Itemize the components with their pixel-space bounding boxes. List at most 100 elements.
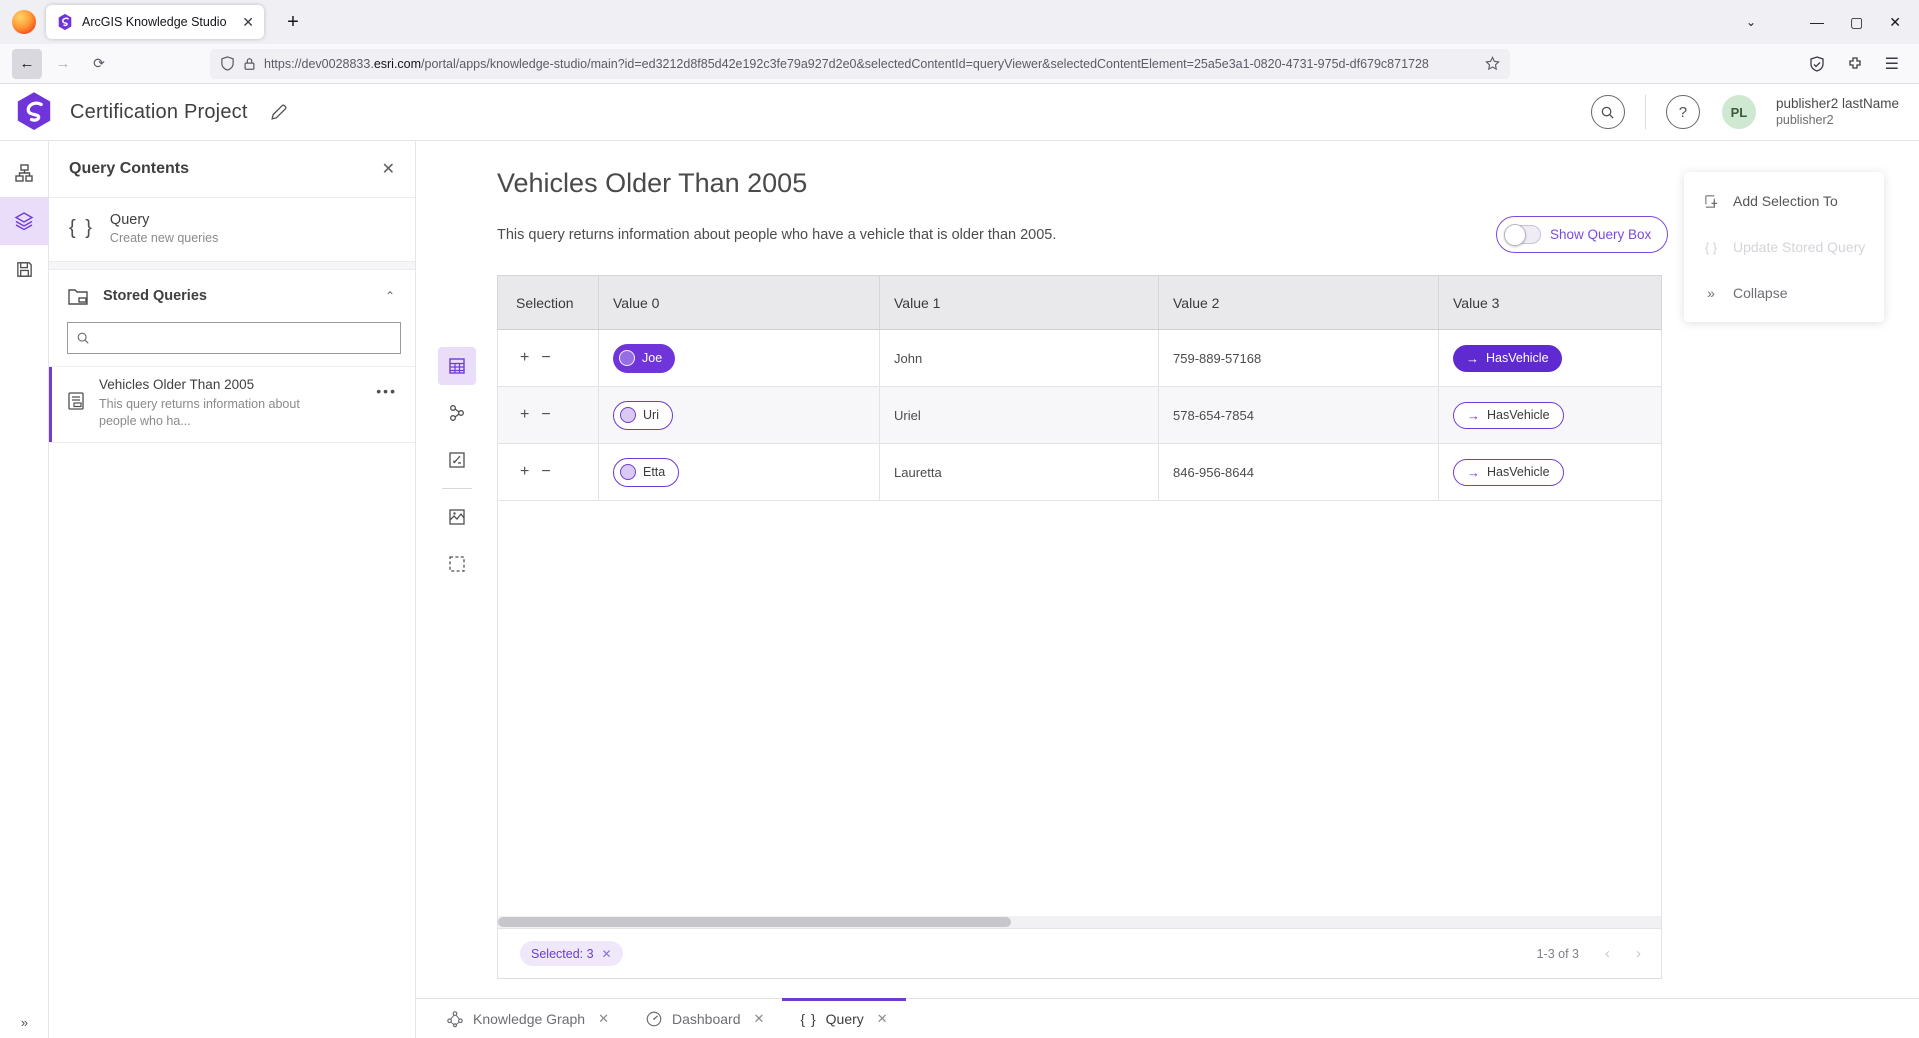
app-logo [16,92,52,132]
browser-nav-bar: ← → ⟳ https://dev0028833.esri.com/portal… [0,44,1919,84]
save-icon [15,260,34,279]
page-description: This query returns information about peo… [497,227,1056,243]
relationship-pill[interactable]: →HasVehicle [1453,459,1564,486]
add-to-selection-button[interactable]: + [520,406,529,424]
link-chart-view-button[interactable] [438,394,476,432]
sidebar-item-hierarchy[interactable] [0,149,49,197]
bookmark-star-icon[interactable] [1485,56,1500,71]
app-header: Certification Project ? PL publisher2 la… [0,84,1919,141]
entity-pill[interactable]: Joe [613,344,675,373]
cell-value1[interactable]: Uriel [879,387,1158,443]
clear-selection-icon[interactable]: ✕ [602,947,612,961]
menu-item-update-stored-query[interactable]: { } Update Stored Query [1684,224,1884,270]
cell-value2[interactable]: 578-654-7854 [1158,387,1438,443]
entity-pill[interactable]: Etta [613,458,679,487]
cell-value2[interactable]: 759-889-57168 [1158,330,1438,386]
table-view-button[interactable] [438,347,476,385]
column-header-value0[interactable]: Value 0 [598,276,879,329]
cell-value1[interactable]: Lauretta [879,444,1158,500]
stored-query-description: This query returns information about peo… [99,396,307,430]
select-area-view-button[interactable] [438,545,476,583]
firefox-icon[interactable] [12,10,36,34]
item-options-ellipsis-icon[interactable]: ••• [376,383,397,399]
prev-page-button[interactable]: ‹ [1605,945,1610,962]
horizontal-scrollbar[interactable] [497,916,1662,928]
maximize-button[interactable]: ▢ [1850,14,1863,31]
user-username: publisher2 [1776,113,1899,129]
help-button[interactable]: ? [1666,95,1700,129]
column-header-value3[interactable]: Value 3 [1438,276,1661,329]
collapse-section-chevron-icon[interactable]: ⌃ [385,289,395,303]
panel-close-icon[interactable]: ✕ [382,159,395,179]
minimize-button[interactable]: — [1810,14,1824,30]
list-tabs-chevron-icon[interactable]: ⌄ [1746,15,1756,29]
browser-tab[interactable]: ArcGIS Knowledge Studio ✕ [46,5,264,39]
table-header-row: Selection Value 0 Value 1 Value 2 Value … [497,275,1662,330]
cell-value2[interactable]: 846-956-8644 [1158,444,1438,500]
new-tab-button[interactable]: + [278,11,308,34]
table-row[interactable]: +− Uri Uriel 578-654-7854 →HasVehicle [497,387,1662,444]
relationship-pill[interactable]: →HasVehicle [1453,402,1564,429]
tab-dashboard[interactable]: Dashboard ✕ [627,999,782,1038]
query-item[interactable]: { } Query Create new queries [49,198,415,262]
scrollbar-thumb[interactable] [498,917,1011,927]
url-bar[interactable]: https://dev0028833.esri.com/portal/apps/… [210,49,1510,79]
stored-queries-search[interactable] [67,322,401,354]
selected-count-chip[interactable]: Selected: 3✕ [520,941,623,966]
remove-from-selection-button[interactable]: − [541,463,550,481]
tab-query[interactable]: { } Query ✕ [782,999,905,1038]
lock-icon[interactable] [243,57,256,71]
browser-window: ArcGIS Knowledge Studio ✕ + ⌄ — ▢ ✕ ← → … [0,0,1919,1038]
sidebar-item-layers[interactable] [0,197,49,245]
shield-icon[interactable] [220,56,235,71]
tab-knowledge-graph[interactable]: Knowledge Graph ✕ [428,999,627,1038]
reload-button[interactable]: ⟳ [84,49,114,79]
table-row[interactable]: +− Joe John 759-889-57168 →HasVehicle [497,330,1662,387]
avatar[interactable]: PL [1722,95,1756,129]
table-row[interactable]: +− Etta Lauretta 846-956-8644 →HasVehicl… [497,444,1662,501]
menu-item-label: Add Selection To [1733,193,1838,209]
window-close-button[interactable]: ✕ [1889,14,1901,31]
table-footer: Selected: 3✕ 1-3 of 3 ‹ › [497,928,1662,978]
column-header-value2[interactable]: Value 2 [1158,276,1438,329]
user-block[interactable]: publisher2 lastName publisher2 [1776,96,1903,129]
tab-close-icon[interactable]: ✕ [753,1011,764,1027]
add-to-selection-button[interactable]: + [520,463,529,481]
entity-pill[interactable]: Uri [613,401,673,430]
add-to-selection-button[interactable]: + [520,349,529,367]
braces-icon: { } [800,1011,816,1027]
tab-close-icon[interactable]: ✕ [242,15,254,29]
expand-rail-button[interactable]: » [0,1015,49,1030]
edit-title-pencil-icon[interactable] [270,104,287,121]
map-view-button[interactable] [438,498,476,536]
back-button[interactable]: ← [12,49,42,79]
remove-from-selection-button[interactable]: − [541,349,550,367]
edit-view-button[interactable] [438,441,476,479]
menu-hamburger-icon[interactable]: ☰ [1885,54,1899,74]
menu-item-add-selection-to[interactable]: Add Selection To [1684,178,1884,224]
stored-queries-header[interactable]: Stored Queries ⌃ [49,270,415,316]
entity-dot-icon [620,464,636,480]
hierarchy-icon [14,163,34,183]
column-header-value1[interactable]: Value 1 [879,276,1158,329]
tab-close-icon[interactable]: ✕ [877,1011,888,1027]
search-button[interactable] [1591,95,1625,129]
relationship-pill[interactable]: →HasVehicle [1453,345,1562,372]
show-query-box-toggle[interactable]: Show Query Box [1496,216,1668,253]
column-header-selection[interactable]: Selection [498,276,598,329]
extensions-puzzle-icon[interactable] [1847,56,1863,72]
sidebar-item-save[interactable] [0,245,49,293]
next-page-button[interactable]: › [1636,945,1641,962]
account-icon[interactable] [1809,56,1825,72]
map-image-icon [447,507,467,527]
section-gap [49,262,415,270]
add-selection-icon [1703,193,1720,210]
search-input[interactable] [96,331,392,346]
forward-button[interactable]: → [48,49,78,79]
cell-value1[interactable]: John [879,330,1158,386]
layers-icon [14,211,34,231]
menu-item-collapse[interactable]: » Collapse [1684,270,1884,316]
stored-query-item[interactable]: Vehicles Older Than 2005 This query retu… [49,366,415,443]
tab-close-icon[interactable]: ✕ [598,1011,609,1027]
remove-from-selection-button[interactable]: − [541,406,550,424]
